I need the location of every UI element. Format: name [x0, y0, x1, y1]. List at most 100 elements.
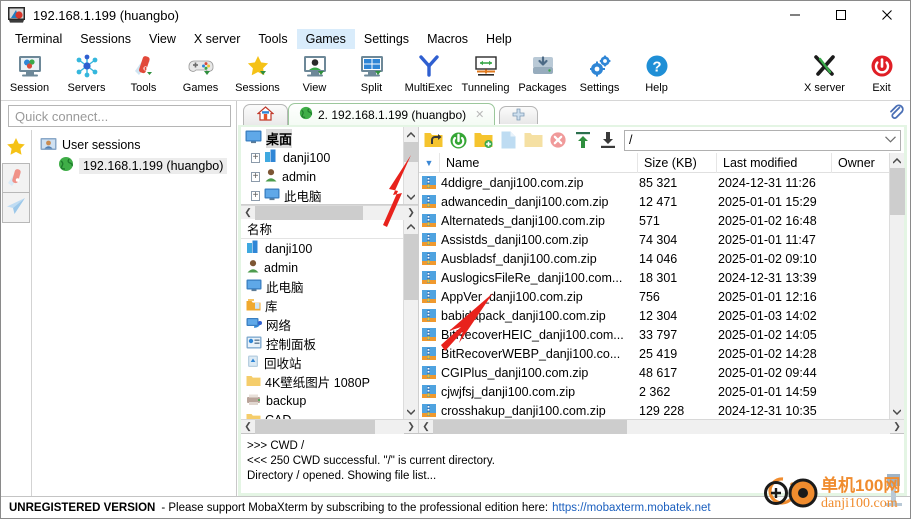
toolbar-split-button[interactable]: Split	[343, 51, 400, 101]
toolbar-games-button[interactable]: Games	[172, 51, 229, 101]
scroll-left-icon[interactable]: ❮	[419, 421, 433, 432]
remote-grid-vscrollbar[interactable]	[889, 153, 905, 419]
toolbar-packages-button[interactable]: Packages	[514, 51, 571, 101]
scroll-down-icon[interactable]	[404, 189, 419, 204]
table-row[interactable]: AppVer_danji100.com.zip 756 2025-01-01 1…	[419, 287, 889, 306]
menu-games[interactable]: Games	[296, 29, 355, 49]
local-list-vscroll-thumb[interactable]	[403, 234, 419, 300]
table-row[interactable]: babidapack_danji100.com.zip 12 304 2025-…	[419, 306, 889, 325]
scroll-up-icon[interactable]	[404, 219, 419, 234]
open-folder-button[interactable]	[522, 129, 544, 151]
tab-close-icon[interactable]: ✕	[475, 108, 484, 121]
local-list-header[interactable]: 名称	[241, 219, 403, 239]
table-row[interactable]: Alternateds_danji100.com.zip 571 2025-01…	[419, 211, 889, 230]
local-tree-vscrollbar[interactable]	[403, 127, 419, 204]
scroll-up-icon[interactable]	[890, 153, 905, 168]
column-header-size[interactable]: Size (KB)	[637, 153, 716, 173]
list-item[interactable]: 库	[241, 296, 403, 315]
local-tree-hscroll-track[interactable]	[255, 205, 404, 220]
menu-help[interactable]: Help	[477, 29, 521, 49]
local-tree-row-danji100[interactable]: + danji100	[241, 148, 403, 167]
table-row[interactable]: BitRecoverHEIC_danji100.com... 33 797 20…	[419, 325, 889, 344]
remote-grid-hscrollbar[interactable]: ❮ ❯	[419, 419, 904, 434]
column-header-owner[interactable]: Owner	[831, 153, 889, 173]
local-list-hscroll-track[interactable]	[255, 419, 404, 434]
close-button[interactable]	[864, 1, 910, 29]
toolbar-tunneling-button[interactable]: Tunneling	[457, 51, 514, 101]
download-button[interactable]	[597, 129, 619, 151]
paperclip-icon[interactable]	[888, 103, 904, 123]
maximize-button[interactable]	[818, 1, 864, 29]
scroll-right-icon[interactable]: ❯	[890, 421, 904, 432]
table-row[interactable]: crosshakup_danji100.com.zip 129 228 2024…	[419, 401, 889, 419]
local-tree-vscroll-thumb[interactable]	[403, 142, 419, 162]
tab-session-1[interactable]: 2. 192.168.1.199 (huangbo) ✕	[288, 103, 496, 125]
list-item[interactable]: 回收站	[241, 353, 403, 372]
expander-icon[interactable]: +	[251, 190, 260, 201]
remote-path-input[interactable]: /	[624, 129, 901, 151]
status-link[interactable]: https://mobaxterm.mobatek.net	[552, 502, 711, 514]
toolbar-session-button[interactable]: Session	[1, 51, 58, 101]
local-tree-row-thispc[interactable]: + 此电脑	[241, 186, 403, 204]
list-item[interactable]: backup	[241, 391, 403, 410]
toolbar-servers-button[interactable]: Servers	[58, 51, 115, 101]
list-item[interactable]: 此电脑	[241, 277, 403, 296]
local-tree-hscroll-thumb[interactable]	[255, 205, 363, 220]
scroll-right-icon[interactable]: ❯	[404, 421, 418, 432]
toolbar-tools-button[interactable]: Tools	[115, 51, 172, 101]
tree-item-session-host[interactable]: 192.168.1.199 (huangbo)	[32, 155, 236, 176]
local-tree-row-admin[interactable]: + admin	[241, 167, 403, 186]
sidebar-item-sessions[interactable]	[2, 133, 30, 163]
scroll-left-icon[interactable]: ❮	[241, 421, 255, 432]
remote-grid-hscroll-track[interactable]	[433, 419, 890, 434]
expander-icon[interactable]: +	[251, 171, 260, 182]
tree-item-user-sessions[interactable]: User sessions	[32, 134, 236, 155]
scroll-right-icon[interactable]: ❯	[404, 207, 418, 218]
menu-macros[interactable]: Macros	[418, 29, 477, 49]
expander-icon[interactable]: +	[251, 152, 260, 163]
table-row[interactable]: AuslogicsFileRe_danji100.com... 18 301 2…	[419, 268, 889, 287]
scroll-up-icon[interactable]	[404, 127, 419, 142]
remote-grid-vscroll-thumb[interactable]	[889, 168, 905, 215]
menu-sessions[interactable]: Sessions	[71, 29, 140, 49]
toolbar-settings-button[interactable]: Settings	[571, 51, 628, 101]
table-row[interactable]: 4ddigre_danji100.com.zip 85 321 2024-12-…	[419, 173, 889, 192]
menu-view[interactable]: View	[140, 29, 185, 49]
sort-indicator-icon[interactable]: ▼	[419, 158, 439, 168]
minimize-button[interactable]	[772, 1, 818, 29]
list-item[interactable]: 控制面板	[241, 334, 403, 353]
toolbar-sessions-button[interactable]: Sessions	[229, 51, 286, 101]
table-row[interactable]: BitRecoverWEBP_danji100.co... 25 419 202…	[419, 344, 889, 363]
tab-home[interactable]	[243, 104, 288, 125]
list-item[interactable]: admin	[241, 258, 403, 277]
toolbar-view-button[interactable]: View	[286, 51, 343, 101]
quick-connect-input[interactable]: Quick connect...	[8, 105, 231, 127]
local-tree-vscroll-track[interactable]	[403, 142, 419, 189]
remote-grid-vscroll-track[interactable]	[889, 168, 905, 404]
new-tab-button[interactable]	[499, 106, 539, 124]
delete-button[interactable]	[547, 129, 569, 151]
sidebar-item-sftp[interactable]	[2, 193, 30, 223]
list-item[interactable]: danji100	[241, 239, 403, 258]
list-item[interactable]: 4K壁纸图片 1080P	[241, 372, 403, 391]
local-tree-hscrollbar[interactable]: ❮ ❯	[241, 205, 418, 220]
upload-button[interactable]	[572, 129, 594, 151]
list-item[interactable]: CAD	[241, 410, 403, 419]
toolbar-exit-button[interactable]: Exit	[853, 51, 910, 101]
list-item[interactable]: 网络	[241, 315, 403, 334]
local-list-vscroll-track[interactable]	[403, 234, 419, 404]
new-file-button[interactable]	[497, 129, 519, 151]
local-list-hscroll-thumb[interactable]	[255, 419, 375, 434]
table-row[interactable]: CGIPlus_danji100.com.zip 48 617 2025-01-…	[419, 363, 889, 382]
menu-tools[interactable]: Tools	[249, 29, 296, 49]
menu-terminal[interactable]: Terminal	[6, 29, 71, 49]
new-folder-button[interactable]	[472, 129, 494, 151]
chevron-down-icon[interactable]	[885, 135, 896, 146]
local-list-vscrollbar[interactable]	[403, 219, 419, 419]
table-row[interactable]: Assistds_danji100.com.zip 74 304 2025-01…	[419, 230, 889, 249]
local-tree-row-desktop[interactable]: 桌面	[241, 129, 403, 148]
table-row[interactable]: Ausbladsf_danji100.com.zip 14 046 2025-0…	[419, 249, 889, 268]
table-row[interactable]: cjwjfsj_danji100.com.zip 2 362 2025-01-0…	[419, 382, 889, 401]
scroll-down-icon[interactable]	[404, 404, 419, 419]
remote-grid-hscroll-thumb[interactable]	[433, 419, 627, 434]
